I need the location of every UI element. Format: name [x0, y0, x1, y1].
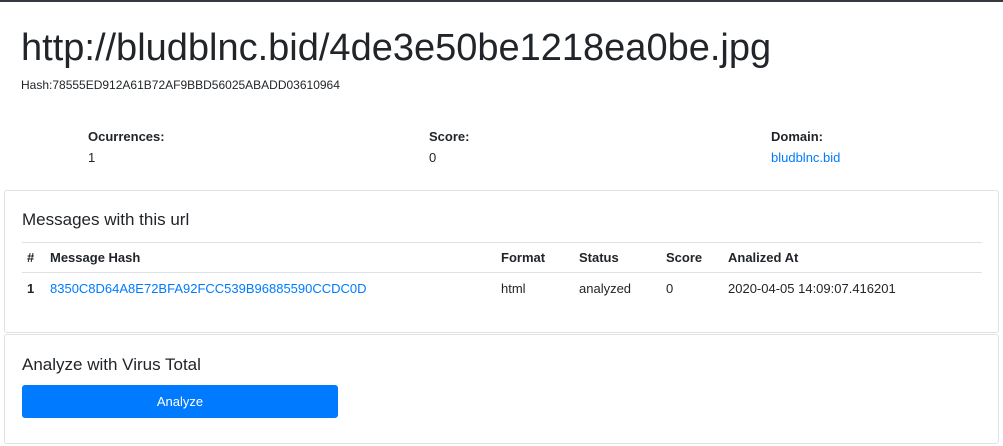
table-row: 1 8350C8D64A8E72BFA92FCC539B96885590CCDC… [22, 273, 982, 305]
column-header-format: Format [496, 242, 574, 273]
stat-domain-label: Domain: [771, 129, 823, 144]
analyze-card: Analyze with Virus Total Analyze [4, 334, 999, 444]
row-analyzed-at: 2020-04-05 14:09:07.416201 [728, 281, 896, 297]
row-index: 1 [27, 281, 35, 297]
analyze-button[interactable]: Analyze [22, 385, 338, 418]
domain-link[interactable]: bludblnc.bid [771, 149, 840, 167]
stat-occurrences-value: 1 [88, 150, 96, 165]
stats-row: Ocurrences: 1 Score: 0 Domain: bludblnc.… [0, 128, 1003, 172]
stat-score-label: Score: [429, 129, 470, 144]
messages-card-title: Messages with this url [22, 210, 190, 229]
message-hash-link[interactable]: 8350C8D64A8E72BFA92FCC539B96885590CCDC0D [50, 281, 367, 296]
column-header-message-hash: Message Hash [45, 242, 496, 273]
row-message-hash-cell: 8350C8D64A8E72BFA92FCC539B96885590CCDC0D [45, 273, 496, 305]
column-header-score: Score [661, 242, 723, 273]
stat-score: Score: 0 [429, 128, 469, 167]
messages-table: # Message Hash Format Status Score Anali… [22, 242, 982, 305]
table-header-row: # Message Hash Format Status Score Anali… [22, 242, 982, 273]
stat-score-value: 0 [429, 150, 437, 165]
page-title: http://bludblnc.bid/4de3e50be1218ea0be.j… [21, 27, 772, 69]
row-score: 0 [666, 281, 674, 297]
stat-occurrences: Ocurrences: 1 [88, 128, 165, 167]
analyze-card-title: Analyze with Virus Total [22, 355, 201, 374]
stat-domain: Domain: bludblnc.bid [771, 128, 840, 167]
column-header-index: # [22, 242, 45, 273]
row-status: analyzed [579, 281, 632, 297]
messages-card: Messages with this url # Message Hash Fo… [4, 190, 999, 333]
row-format: html [501, 281, 526, 297]
url-hash: Hash:78555ED912A61B72AF9BBD56025ABADD036… [21, 78, 340, 92]
stat-occurrences-label: Ocurrences: [88, 129, 165, 144]
column-header-analized-at: Analized At [723, 242, 982, 273]
column-header-status: Status [574, 242, 661, 273]
